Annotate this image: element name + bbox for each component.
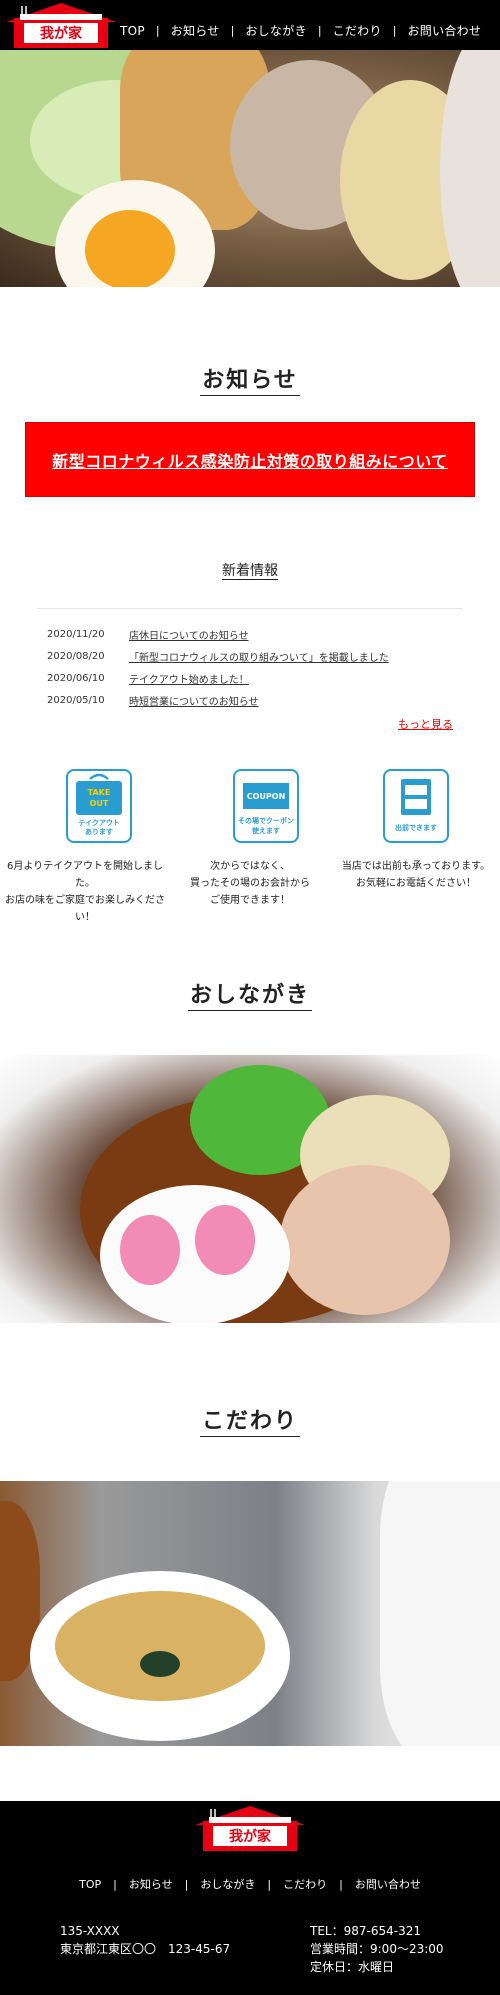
caption-line: 買ったその場のお会計から (190, 878, 310, 889)
takeout-icon: TAKE OUT テイクアウト あります (66, 769, 132, 843)
phone-number: TEL：987-654-321 (310, 1924, 421, 1938)
coupon-caption: 次からではなく、 買ったその場のお会計から ご使用できます！ (166, 858, 334, 909)
svg-text:COUPON: COUPON (247, 792, 286, 801)
news-heading-text: 新着情報 (222, 563, 278, 580)
covid-notice-banner[interactable]: 新型コロナウィルス感染防止対策の取り組みについて (25, 422, 475, 497)
page: 我が家 TOP | お知らせ | おしながき | こだわり | お問い合わせ お… (0, 0, 500, 1995)
news-item: 2020/08/20 「新型コロナウィルスの取り組みついて」を掲載しました (47, 645, 457, 667)
logo-text: 我が家 (40, 25, 83, 42)
menu-ramen-image (0, 1055, 500, 1323)
caption-line: 6月よりテイクアウトを開始しました。 (7, 861, 163, 889)
news-heading: 新着情報 (0, 560, 500, 580)
footer-nav-contact[interactable]: お問い合わせ (355, 1876, 421, 1892)
delivery-caption: 当店では出前も承っております。 お気軽にお電話ください！ (332, 858, 500, 892)
caption-line: 当店では出前も承っております。 (341, 861, 491, 872)
svg-text:使えます: 使えます (251, 826, 280, 835)
site-footer: 我が家 TOP | お知らせ | おしながき | こだわり | お問い合わせ 1… (0, 1801, 500, 1995)
footer-nav-top[interactable]: TOP (79, 1878, 101, 1891)
news-link[interactable]: 店休日についてのお知らせ (129, 627, 249, 642)
covid-notice-text[interactable]: 新型コロナウィルス感染防止対策の取り組みについて (52, 448, 448, 472)
svg-text:OUT: OUT (90, 799, 109, 808)
kodawari-ramen-image (0, 1481, 500, 1746)
svg-text:あります: あります (85, 827, 113, 836)
nav-separator: | (230, 24, 235, 37)
info-section-title-text: お知らせ (200, 367, 300, 396)
more-news-link[interactable]: もっと見る (398, 716, 453, 732)
footer-nav-menu[interactable]: おしながき (200, 1876, 255, 1892)
nav-top[interactable]: TOP (120, 24, 145, 38)
restaurant-logo[interactable]: 我が家 (0, 0, 122, 50)
nav-contact[interactable]: お問い合わせ (407, 22, 481, 39)
news-link[interactable]: 時短営業についてのお知らせ (129, 693, 259, 708)
hero-ramen-image (0, 50, 500, 287)
footer-nav-info[interactable]: お知らせ (129, 1876, 173, 1892)
nav-kodawari[interactable]: こだわり (333, 22, 382, 39)
svg-text:TAKE: TAKE (88, 788, 111, 797)
main-nav: TOP | お知らせ | おしながき | こだわり | お問い合わせ (120, 22, 481, 39)
svg-text:その場でクーポン: その場でクーポン (238, 816, 294, 825)
closed-day: 定休日：水曜日 (310, 1960, 395, 1974)
nav-info[interactable]: お知らせ (171, 22, 220, 39)
takeout-caption: 6月よりテイクアウトを開始しました。 お店の味をご家庭でお楽しみください！ (0, 858, 170, 926)
kodawari-section-title: こだわり (0, 1403, 500, 1437)
svg-text:テイクアウト: テイクアウト (78, 818, 120, 827)
info-section-title: お知らせ (0, 362, 500, 396)
news-link[interactable]: テイクアウト始めました！ (129, 671, 249, 686)
delivery-icon: 出前できます (383, 769, 449, 843)
footer-logo[interactable]: 我が家 (189, 1801, 311, 1853)
postal-code: 135-XXXX (60, 1924, 120, 1938)
news-item: 2020/06/10 テイクアウト始めました！ (47, 667, 457, 689)
business-hours: 営業時間：9:00〜23:00 (310, 1942, 444, 1956)
news-item: 2020/11/20 店休日についてのお知らせ (47, 623, 457, 645)
news-date: 2020/05/10 (47, 694, 105, 706)
nav-separator: | (317, 24, 322, 37)
news-date: 2020/08/20 (47, 650, 105, 662)
news-divider (37, 608, 463, 609)
nav-menu[interactable]: おしながき (245, 22, 307, 39)
nav-separator: | (392, 24, 397, 37)
menu-section-title-text: おしながき (187, 982, 312, 1011)
footer-nav-separator: | (267, 1877, 272, 1891)
nav-separator: | (155, 24, 160, 37)
news-item: 2020/05/10 時短営業についてのお知らせ (47, 689, 457, 711)
news-date: 2020/06/10 (47, 672, 105, 684)
svg-text:出前できます: 出前できます (395, 823, 437, 832)
site-header: 我が家 TOP | お知らせ | おしながき | こだわり | お問い合わせ (0, 0, 500, 50)
footer-nav-separator: | (113, 1877, 117, 1891)
footer-nav-separator: | (184, 1877, 189, 1891)
footer-nav-kodawari[interactable]: こだわり (283, 1876, 327, 1892)
footer-nav-separator: | (339, 1877, 343, 1891)
news-link[interactable]: 「新型コロナウィルスの取り組みついて」を掲載しました (129, 649, 389, 664)
news-date: 2020/11/20 (47, 628, 105, 640)
footer-address: 135-XXXX 東京都江東区〇〇 123-45-67 (60, 1922, 230, 1958)
menu-section-title: おしながき (0, 977, 500, 1011)
coupon-icon: COUPON その場でクーポン 使えます (233, 769, 299, 843)
caption-line: お気軽にお電話ください！ (356, 878, 476, 889)
footer-logo-text: 我が家 (229, 1828, 272, 1845)
news-list: 2020/11/20 店休日についてのお知らせ 2020/08/20 「新型コロ… (47, 623, 457, 711)
caption-line: 次からではなく、 (210, 861, 290, 872)
street-address: 東京都江東区〇〇 123-45-67 (60, 1942, 231, 1956)
footer-nav: TOP | お知らせ | おしながき | こだわり | お問い合わせ (0, 1876, 500, 1892)
caption-line: ご使用できます！ (210, 895, 290, 906)
footer-contact-hours: TEL：987-654-321 営業時間：9:00〜23:00 定休日：水曜日 (310, 1922, 444, 1976)
caption-line: お店の味をご家庭でお楽しみください！ (5, 895, 165, 923)
kodawari-section-title-text: こだわり (199, 1408, 300, 1437)
